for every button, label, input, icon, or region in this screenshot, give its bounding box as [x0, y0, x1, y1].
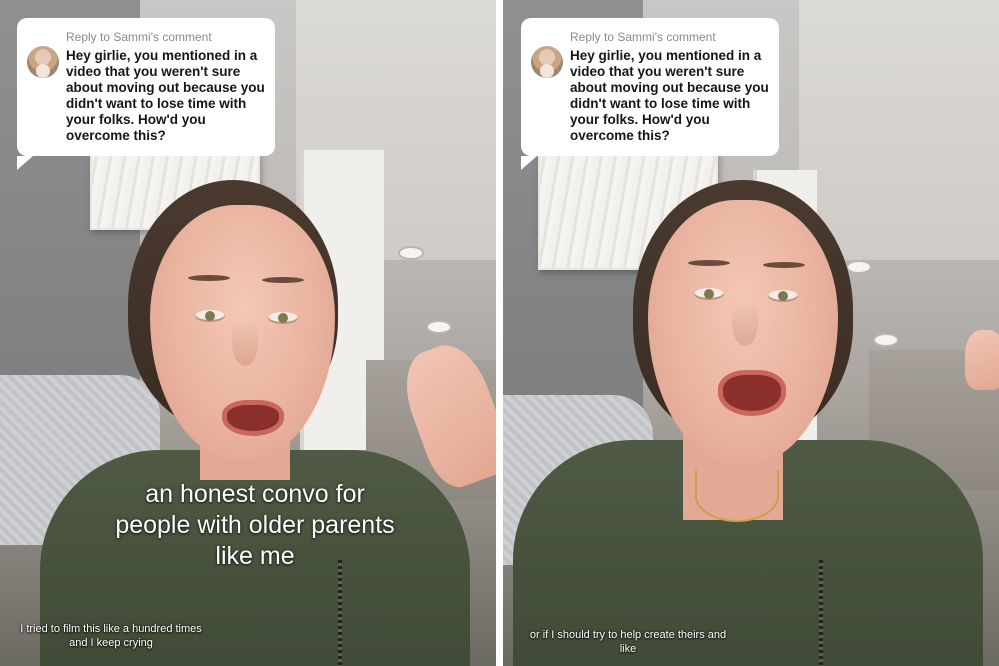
comment-reply-bubble[interactable]: Reply to Sammi's comment Hey girlie, you… [17, 18, 275, 170]
ceiling-light [848, 262, 870, 272]
panel-divider [496, 0, 503, 666]
ceiling-light [400, 248, 422, 258]
commenter-avatar[interactable] [27, 46, 59, 78]
ceiling-light [428, 322, 450, 332]
jacket-zipper [338, 560, 342, 666]
reply-label: Reply to Sammi's comment [66, 30, 212, 44]
nose [232, 320, 258, 366]
video-caption: an honest convo for people with older pa… [115, 480, 395, 570]
eye [195, 310, 225, 322]
ceiling-light [875, 335, 897, 345]
subtitle-caption: or if I should try to help create theirs… [529, 629, 727, 655]
open-mouth [718, 370, 786, 416]
jacket-zipper [819, 560, 823, 666]
eyebrow [262, 277, 304, 283]
reply-label: Reply to Sammi's comment [570, 30, 716, 44]
eye [268, 312, 298, 324]
eyebrow [688, 260, 730, 266]
background-ceiling [799, 0, 999, 260]
comment-text: Hey girlie, you mentioned in a video tha… [570, 48, 769, 143]
video-frame-left: Reply to Sammi's comment Hey girlie, you… [0, 0, 496, 666]
necklace [695, 470, 779, 522]
raised-hand [965, 330, 999, 390]
comment-text: Hey girlie, you mentioned in a video tha… [66, 48, 265, 143]
eyebrow [188, 275, 230, 281]
subtitle-caption: I tried to film this like a hundred time… [20, 623, 202, 649]
eyebrow [763, 262, 805, 268]
commenter-avatar[interactable] [531, 46, 563, 78]
comment-reply-bubble[interactable]: Reply to Sammi's comment Hey girlie, you… [521, 18, 779, 170]
open-mouth [222, 400, 284, 436]
eye [768, 290, 798, 302]
nose [732, 300, 758, 346]
eye [694, 288, 724, 300]
video-frame-right: Reply to Sammi's comment Hey girlie, you… [503, 0, 999, 666]
